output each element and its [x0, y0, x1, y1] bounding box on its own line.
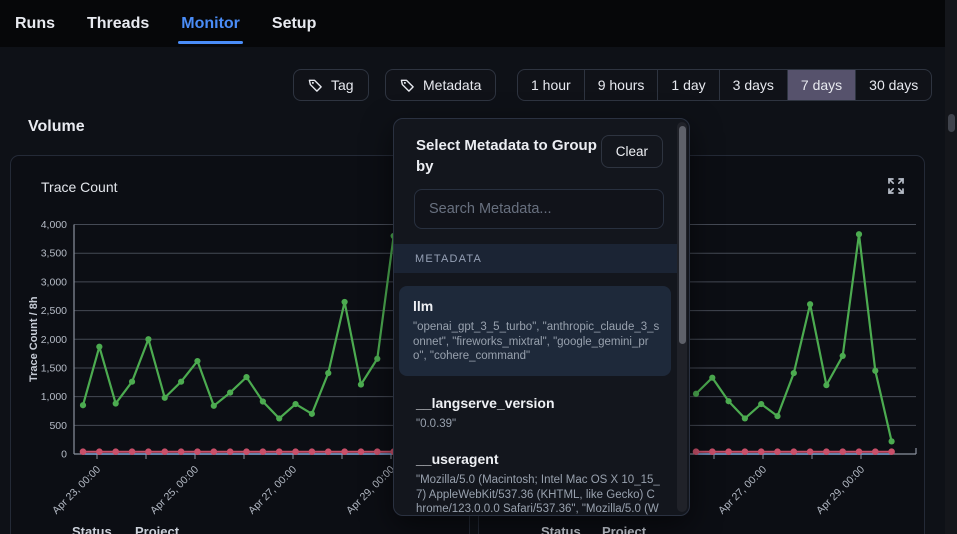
svg-text:Trace Count / 8h: Trace Count / 8h: [28, 296, 40, 382]
metadata-values: "0.0.39": [416, 417, 661, 432]
metadata-key: __langserve_version: [416, 395, 661, 411]
svg-text:Apr 29, 00:00: Apr 29, 00:00: [814, 464, 867, 517]
metadata-item-content: __useragent "Mozilla/5.0 (Macintosh; Inte…: [400, 451, 671, 516]
tag-button-label: Tag: [331, 77, 354, 93]
project-selector-left[interactable]: Project: [135, 524, 179, 534]
tag-filter-button[interactable]: Tag: [293, 69, 369, 101]
range-30-days[interactable]: 30 days: [855, 70, 931, 100]
status-selector-right[interactable]: Status: [541, 524, 581, 534]
svg-text:Apr 27, 00:00: Apr 27, 00:00: [716, 464, 769, 517]
chart-title: Trace Count: [41, 179, 118, 195]
metadata-group-dropdown: Select Metadata to Group by Clear METADA…: [393, 118, 690, 516]
project-selector-right[interactable]: Project: [602, 524, 646, 534]
tab-monitor[interactable]: Monitor: [178, 0, 243, 47]
dropdown-header: Select Metadata to Group by Clear: [394, 119, 689, 177]
metadata-key: __useragent: [416, 451, 661, 467]
tag-icon: [400, 78, 415, 93]
range-7-days[interactable]: 7 days: [787, 70, 855, 100]
time-range-selector: 1 hour9 hours1 day3 days7 days30 days: [517, 69, 932, 101]
svg-text:2,000: 2,000: [41, 334, 67, 346]
metadata-item-__langserve_version[interactable]: __langserve_version "0.0.39": [400, 395, 671, 432]
dropdown-title: Select Metadata to Group by: [416, 135, 601, 177]
top-nav: Runs Threads Monitor Setup: [0, 0, 957, 47]
clear-button[interactable]: Clear: [601, 135, 663, 168]
metadata-filter-button[interactable]: Metadata: [385, 69, 496, 101]
svg-text:Apr 25, 00:00: Apr 25, 00:00: [148, 464, 201, 517]
status-selector-left[interactable]: Status: [72, 524, 112, 534]
metadata-button-label: Metadata: [423, 77, 481, 93]
svg-text:3,500: 3,500: [41, 248, 67, 260]
page-scrollbar-thumb[interactable]: [948, 114, 955, 132]
section-title-volume: Volume: [28, 118, 85, 136]
expand-icon[interactable]: [886, 176, 906, 196]
svg-text:4,000: 4,000: [41, 219, 67, 231]
tab-runs[interactable]: Runs: [12, 0, 58, 47]
metadata-values: "openai_gpt_3_5_turbo", "anthropic_claud…: [413, 320, 662, 364]
metadata-item-content: llm "openai_gpt_3_5_turbo", "anthropic_cl…: [399, 286, 671, 376]
metadata-item-__useragent[interactable]: __useragent "Mozilla/5.0 (Macintosh; Inte…: [400, 451, 671, 516]
range-1-hour[interactable]: 1 hour: [518, 70, 584, 100]
svg-text:1,000: 1,000: [41, 391, 67, 403]
metadata-item-llm[interactable]: llm "openai_gpt_3_5_turbo", "anthropic_cl…: [400, 286, 671, 376]
metadata-section-header: METADATA: [394, 244, 677, 273]
dropdown-scrollbar-thumb[interactable]: [679, 126, 686, 344]
tag-icon: [308, 78, 323, 93]
svg-text:3,000: 3,000: [41, 276, 67, 288]
dropdown-scrollbar-track[interactable]: [677, 122, 687, 512]
metadata-key: llm: [413, 298, 662, 314]
page-scrollbar-track[interactable]: [945, 0, 957, 534]
svg-text:Apr 27, 00:00: Apr 27, 00:00: [246, 464, 299, 517]
tab-setup[interactable]: Setup: [269, 0, 319, 47]
tab-threads[interactable]: Threads: [84, 0, 152, 47]
svg-text:2,500: 2,500: [41, 305, 67, 317]
metadata-values: "Mozilla/5.0 (Macintosh; Intel Mac OS X …: [416, 473, 661, 516]
range-1-day[interactable]: 1 day: [657, 70, 718, 100]
svg-text:1,500: 1,500: [41, 362, 67, 374]
metadata-item-content: __langserve_version "0.0.39": [400, 395, 671, 432]
svg-text:0: 0: [61, 449, 67, 461]
search-metadata-input[interactable]: [414, 189, 664, 229]
range-3-days[interactable]: 3 days: [719, 70, 787, 100]
svg-text:Apr 29, 00:00: Apr 29, 00:00: [344, 464, 397, 517]
range-9-hours[interactable]: 9 hours: [584, 70, 658, 100]
metadata-list: llm "openai_gpt_3_5_turbo", "anthropic_cl…: [394, 273, 689, 516]
svg-text:500: 500: [49, 420, 67, 432]
svg-text:Apr 23, 00:00: Apr 23, 00:00: [50, 464, 103, 517]
